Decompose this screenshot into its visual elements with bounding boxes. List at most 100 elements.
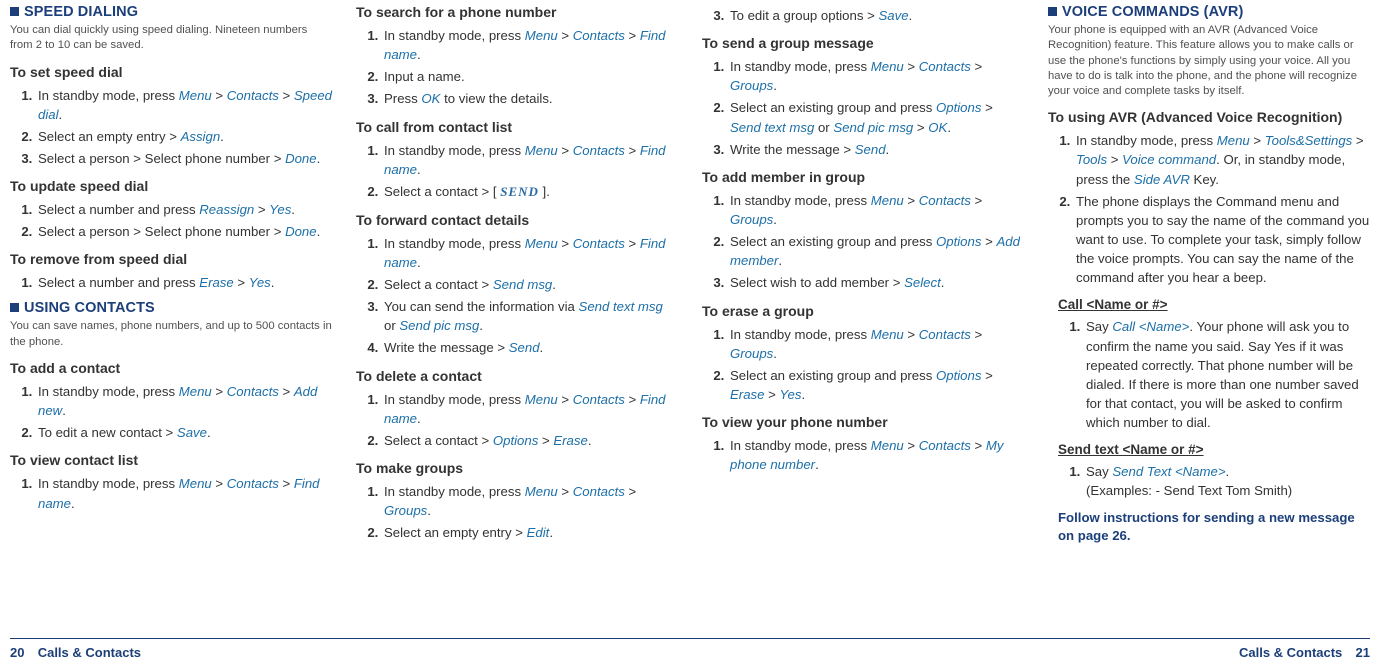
ordered-list: In standby mode, press Menu > Contacts >…	[356, 26, 678, 109]
list-item: Say Send Text <Name>.(Examples: - Send T…	[1084, 462, 1370, 500]
list-item: Select an existing group and press Optio…	[728, 232, 1024, 270]
keyword-send-text-msg: Send text msg	[579, 299, 663, 314]
text: Press	[384, 91, 421, 106]
text: Select an empty entry >	[384, 525, 527, 540]
ordered-list: Select a number and press Reassign > Yes…	[10, 200, 332, 241]
list-item: To edit a group options > Save.	[728, 6, 1024, 25]
send-key-icon: SEND	[500, 184, 539, 199]
list-item: Input a name.	[382, 67, 678, 86]
keyword-menu: Menu	[525, 484, 558, 499]
keyword-done: Done	[285, 151, 317, 166]
section-desc: You can dial quickly using speed dialing…	[10, 23, 332, 54]
text: In standby mode, press	[730, 438, 871, 453]
keyword-contacts: Contacts	[227, 88, 279, 103]
text: To edit a new contact >	[38, 425, 177, 440]
text: Say	[1086, 319, 1112, 334]
subheading-delete-contact: To delete a contact	[356, 368, 678, 384]
list-item: Select a number and press Erase > Yes.	[36, 273, 332, 292]
subheading-call-name: Call <Name or #>	[1058, 297, 1370, 312]
column-2: To search for a phone number In standby …	[356, 4, 678, 617]
section-title-speed-dialing: SPEED DIALING	[10, 4, 332, 20]
text: Select wish to add member >	[730, 275, 904, 290]
keyword-contacts: Contacts	[919, 59, 971, 74]
subheading-call-from-contact-list: To call from contact list	[356, 119, 678, 135]
list-item: In standby mode, press Menu > Contacts >…	[382, 141, 678, 179]
text: In standby mode, press	[384, 28, 525, 43]
text: In standby mode, press	[38, 88, 179, 103]
list-item: Select a person > Select phone number > …	[36, 149, 332, 168]
list-item: Select an existing group and press Optio…	[728, 98, 1024, 136]
keyword-groups: Groups	[730, 78, 773, 93]
keyword-send: Send	[855, 142, 886, 157]
list-item: Select an empty entry > Edit.	[382, 523, 678, 542]
text: Select an existing group and press	[730, 368, 936, 383]
list-item: In standby mode, press Menu > Contacts >…	[36, 474, 332, 512]
keyword-call-name: Call <Name>	[1112, 319, 1189, 334]
list-item: Select a person > Select phone number > …	[36, 222, 332, 241]
ordered-list: In standby mode, press Menu > Contacts >…	[356, 390, 678, 450]
ordered-list: In standby mode, press Menu > Contacts >…	[702, 57, 1024, 159]
subheading-set-speed-dial: To set speed dial	[10, 64, 332, 80]
keyword-erase: Erase	[199, 275, 233, 290]
text: Say	[1086, 464, 1112, 479]
keyword-groups: Groups	[384, 503, 427, 518]
ordered-list: To edit a group options > Save.	[702, 6, 1024, 25]
keyword-assign: Assign	[181, 129, 221, 144]
subheading-add-contact: To add a contact	[10, 360, 332, 376]
page-number-left: 20	[10, 645, 24, 660]
text: To edit a group options >	[730, 8, 878, 23]
footer-right: Calls & Contacts 21	[1233, 645, 1370, 660]
list-item: Select an empty entry > Assign.	[36, 127, 332, 146]
column-3: To edit a group options > Save. To send …	[702, 4, 1024, 617]
text: In standby mode, press	[730, 193, 871, 208]
text: In standby mode, press	[730, 327, 871, 342]
keyword-contacts: Contacts	[573, 236, 625, 251]
keyword-menu: Menu	[525, 236, 558, 251]
subheading-using-avr: To using AVR (Advanced Voice Recognition…	[1048, 109, 1370, 125]
footer-section-right: Calls & Contacts	[1239, 645, 1342, 660]
keyword-contacts: Contacts	[227, 384, 279, 399]
keyword-menu: Menu	[525, 28, 558, 43]
keyword-send-pic-msg: Send pic msg	[399, 318, 479, 333]
keyword-menu: Menu	[525, 143, 558, 158]
section-title-using-contacts: USING CONTACTS	[10, 300, 332, 316]
list-item: Press OK to view the details.	[382, 89, 678, 108]
text: Select a contact >	[384, 433, 493, 448]
list-item: In standby mode, press Menu > Contacts >…	[382, 482, 678, 520]
keyword-send: Send	[509, 340, 540, 355]
text: In standby mode, press	[384, 484, 525, 499]
subheading-add-member-in-group: To add member in group	[702, 169, 1024, 185]
section-title-voice-commands: VOICE COMMANDS (AVR)	[1048, 4, 1370, 20]
list-item: In standby mode, press Menu > Tools&Sett…	[1074, 131, 1370, 188]
keyword-yes: Yes	[779, 387, 801, 402]
square-bullet-icon	[1048, 7, 1057, 16]
keyword-contacts: Contacts	[919, 438, 971, 453]
footer-left: 20 Calls & Contacts	[10, 645, 147, 660]
ordered-list: In standby mode, press Menu > Contacts >…	[702, 191, 1024, 293]
keyword-options: Options	[936, 100, 981, 115]
keyword-send-msg: Send msg	[493, 277, 552, 292]
subheading-search-phone-number: To search for a phone number	[356, 4, 678, 20]
list-item: The phone displays the Command menu and …	[1074, 192, 1370, 288]
subheading-forward-contact-details: To forward contact details	[356, 212, 678, 228]
page-number-right: 21	[1356, 645, 1370, 660]
keyword-contacts: Contacts	[573, 28, 625, 43]
keyword-ok: OK	[421, 91, 440, 106]
text: Select a number and press	[38, 275, 199, 290]
page-footer: 20 Calls & Contacts Calls & Contacts 21	[10, 638, 1370, 660]
list-item: Select a number and press Reassign > Yes…	[36, 200, 332, 219]
keyword-send-text-msg: Send text msg	[730, 120, 814, 135]
keyword-edit: Edit	[527, 525, 550, 540]
keyword-contacts: Contacts	[919, 327, 971, 342]
text: Write the message >	[384, 340, 509, 355]
text: In standby mode, press	[730, 59, 871, 74]
text: Select an existing group and press	[730, 100, 936, 115]
text: to view the details.	[440, 91, 552, 106]
text: Select an existing group and press	[730, 234, 936, 249]
keyword-menu: Menu	[871, 438, 904, 453]
footer-section-left: Calls & Contacts	[38, 645, 141, 660]
ordered-list: In standby mode, press Menu > Tools&Sett…	[1048, 131, 1370, 287]
list-item: In standby mode, press Menu > Contacts >…	[36, 86, 332, 124]
ordered-list: Say Call <Name>. Your phone will ask you…	[1058, 317, 1370, 432]
subheading-send-text-name: Send text <Name or #>	[1058, 442, 1370, 457]
